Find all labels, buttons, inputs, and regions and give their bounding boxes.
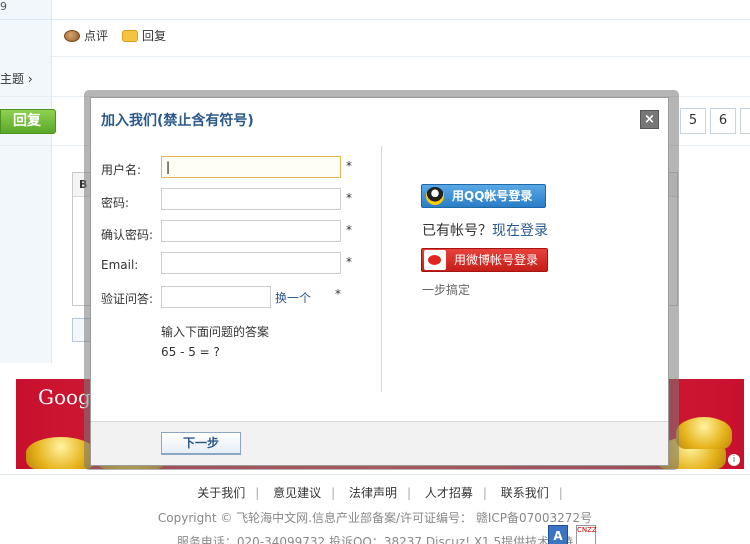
footer-separator: | <box>406 486 412 500</box>
footer-link-jobs[interactable]: 人才招募 <box>425 486 473 500</box>
left-column <box>0 0 52 363</box>
have-account-text: 已有帐号？ <box>422 223 492 239</box>
page-link-6[interactable]: 6 <box>710 108 736 134</box>
weibo-login-button[interactable]: 用微博帐号登录 <box>421 248 548 272</box>
topic-link[interactable]: 主题 › <box>0 70 33 87</box>
footer-separator: | <box>331 486 336 500</box>
gold-ingot-icon <box>676 417 732 449</box>
password-label: 密码: <box>101 196 130 210</box>
review-action[interactable]: 点评 <box>64 27 108 44</box>
top-strip <box>0 0 750 20</box>
weibo-logo-icon <box>424 250 446 270</box>
dialog-footer: 下一步 <box>91 421 668 465</box>
footer-separator: | <box>558 486 563 500</box>
column-divider <box>381 146 382 392</box>
divider <box>52 56 750 57</box>
required-mark: * <box>346 223 352 237</box>
qq-login-label: 用QQ帐号登录 <box>452 189 533 203</box>
one-step-note: 一步搞定 <box>422 283 471 297</box>
username-field[interactable] <box>161 156 341 178</box>
footer-divider <box>0 474 750 475</box>
captcha-question: 65 - 5 = ? <box>161 345 220 359</box>
confirm-password-field[interactable] <box>161 220 341 242</box>
change-question-link[interactable]: 换一个 <box>275 289 311 306</box>
top-fragment: 9 <box>0 0 7 13</box>
required-mark: * <box>346 159 352 173</box>
footer-separator: | <box>255 486 260 500</box>
register-dialog: 加入我们(禁止含有符号) × 用户名: * 密码: * 确认密码: * Emai… <box>90 97 669 466</box>
qq-login-button[interactable]: 用QQ帐号登录 <box>421 184 546 208</box>
footer-copyright: Copyright © 飞轮海中文网.信息产业部备案/许可证编号： 赣ICP备0… <box>157 511 593 525</box>
review-label: 点评 <box>84 29 109 43</box>
email-field[interactable] <box>161 252 341 274</box>
page-link-next[interactable] <box>740 108 750 134</box>
required-mark: * <box>346 255 352 269</box>
footer-link-about[interactable]: 关于我们 <box>197 486 245 500</box>
coffee-bean-icon <box>64 29 80 42</box>
page-link-5[interactable]: 5 <box>680 108 706 134</box>
captcha-answer-field[interactable] <box>161 286 271 308</box>
next-step-button[interactable]: 下一步 <box>161 432 241 455</box>
reply-action[interactable]: 回复 <box>122 27 166 44</box>
weibo-login-label: 用微博帐号登录 <box>454 253 539 267</box>
captcha-label: 验证问答: <box>101 292 154 306</box>
footer-link-legal[interactable]: 法律声明 <box>349 486 397 500</box>
question-hint: 输入下面问题的答案 <box>161 325 270 339</box>
dialog-title: 加入我们(禁止含有符号) <box>101 113 254 129</box>
speech-bubble-icon <box>122 29 138 42</box>
reply-button[interactable]: 回复 <box>0 109 56 134</box>
confirm-password-label: 确认密码: <box>101 228 154 242</box>
username-label: 用户名: <box>101 163 142 177</box>
email-label: Email: <box>101 258 139 272</box>
qq-penguin-icon <box>426 187 444 205</box>
footer-link-contact[interactable]: 联系我们 <box>501 486 549 500</box>
password-field[interactable] <box>161 188 341 210</box>
existing-account-prompt: 已有帐号？现在登录 <box>422 220 548 240</box>
footer-link-feedback[interactable]: 意见建议 <box>273 486 321 500</box>
required-mark: * <box>335 287 341 301</box>
login-now-link[interactable]: 现在登录 <box>492 223 548 239</box>
accessibility-badge-icon[interactable]: A <box>548 525 568 544</box>
close-button[interactable]: × <box>640 110 659 129</box>
footer-service: 服务电话：020-34099732 投诉QQ：38237 Discuz! X1.… <box>176 535 574 544</box>
ad-info-icon[interactable]: i <box>728 454 740 466</box>
required-mark: * <box>346 191 352 205</box>
reply-label: 回复 <box>142 29 167 43</box>
cnzz-badge-icon[interactable]: CNZZ <box>576 525 597 544</box>
footer-links: 关于我们 | 意见建议 | 法律声明 | 人才招募 | 联系我们 | <box>0 484 750 501</box>
ad-brand-text: Goog <box>38 385 91 409</box>
footer-separator: | <box>482 486 487 500</box>
